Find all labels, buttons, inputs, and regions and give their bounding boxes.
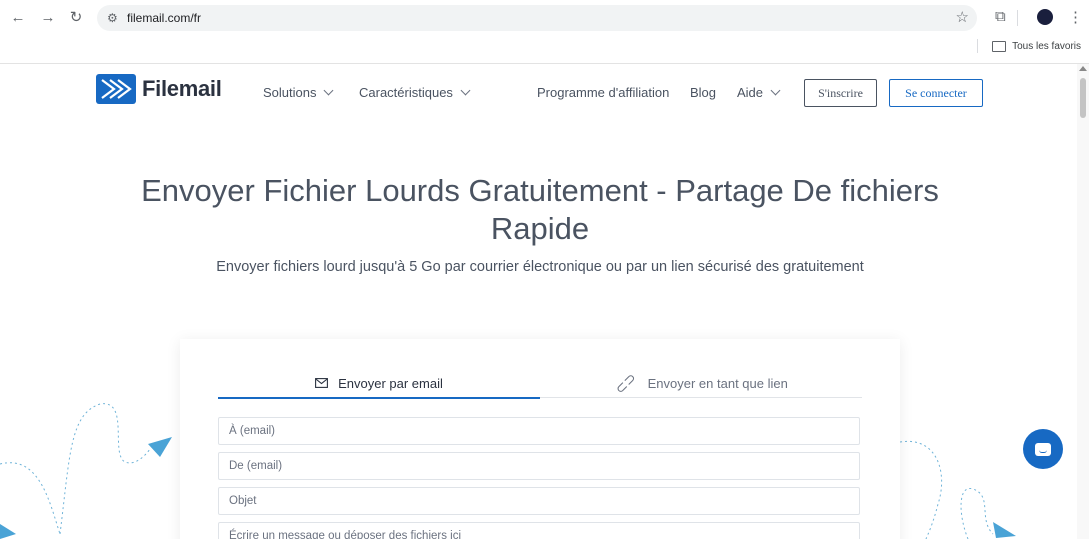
bookmark-star-icon[interactable]: ☆ — [956, 8, 969, 26]
subject-field[interactable]: Objet — [218, 487, 860, 515]
chat-support-button[interactable] — [1023, 429, 1063, 469]
reload-icon[interactable]: ↻ — [66, 8, 86, 28]
tab-send-link[interactable]: ⊂⊃ Envoyer en tant que lien — [540, 369, 862, 398]
chat-bubble-icon — [1035, 442, 1051, 456]
nav-features-label: Caractéristiques — [359, 85, 453, 100]
nav-help-label: Aide — [737, 85, 764, 100]
page-content: Filemail Solutions Caractéristiques Prog… — [0, 64, 1077, 539]
to-email-field[interactable]: À (email) — [218, 417, 860, 445]
more-menu-icon[interactable]: ⋮ — [1068, 8, 1083, 26]
from-email-field[interactable]: De (email) — [218, 452, 860, 480]
page-title: Envoyer Fichier Lourds Gratuitement - Pa… — [141, 173, 939, 246]
nav-blog[interactable]: Blog — [690, 85, 716, 100]
all-bookmarks-link[interactable]: Tous les favoris — [1012, 41, 1081, 52]
bookmarks-separator — [977, 39, 979, 53]
link-icon: ⊂⊃ — [611, 368, 640, 397]
paper-plane-icon — [0, 524, 16, 539]
nav-affiliate[interactable]: Programme d'affiliation — [537, 85, 669, 100]
back-icon[interactable]: ← — [8, 8, 28, 28]
nav-help[interactable]: Aide — [737, 85, 781, 100]
extensions-icon[interactable]: ⧉ — [995, 8, 1006, 25]
nav-features[interactable]: Caractéristiques — [359, 85, 471, 100]
url-text[interactable]: filemail.com/fr — [127, 5, 201, 31]
scroll-up-icon[interactable] — [1079, 66, 1087, 71]
envelope-icon — [315, 378, 329, 388]
tab-send-link-label: Envoyer en tant que lien — [647, 375, 788, 391]
forward-icon[interactable]: → — [38, 8, 58, 28]
page-scrollbar[interactable] — [1077, 64, 1089, 539]
paper-plane-decoration-left — [0, 403, 172, 539]
toolbar-divider — [1017, 10, 1018, 26]
folder-icon — [992, 40, 1007, 52]
logo-text: Filemail — [142, 76, 222, 101]
login-button[interactable]: Se connecter — [889, 79, 983, 107]
page-subtitle: Envoyer fichiers lourd jusqu'à 5 Go par … — [216, 259, 864, 275]
nav-solutions-label: Solutions — [263, 85, 317, 100]
chevron-down-icon — [770, 85, 781, 96]
logo-mark-icon — [96, 74, 136, 104]
message-field[interactable]: Écrire un message ou déposer des fichier… — [218, 522, 860, 539]
tab-send-email[interactable]: Envoyer par email — [218, 369, 540, 399]
paper-plane-decoration-right — [899, 440, 1016, 539]
browser-toolbar: ← → ↻ ⚙ filemail.com/fr ☆ ⧉ ⋮ Tous les f… — [0, 0, 1089, 64]
tab-send-email-label: Envoyer par email — [338, 375, 443, 391]
bookmarks-bar: Tous les favoris — [977, 39, 1081, 53]
scrollbar-thumb[interactable] — [1080, 78, 1086, 118]
paper-plane-icon — [993, 522, 1016, 538]
send-form-card: Envoyer par email ⊂⊃ Envoyer en tant que… — [180, 339, 900, 539]
profile-avatar[interactable] — [1037, 9, 1053, 25]
paper-plane-icon — [148, 437, 172, 457]
chevron-down-icon — [324, 85, 334, 96]
filemail-logo[interactable]: Filemail — [96, 74, 222, 104]
chevron-down-icon — [460, 85, 471, 96]
nav-solutions[interactable]: Solutions — [263, 85, 334, 100]
address-bar[interactable]: ⚙ filemail.com/fr ☆ — [97, 5, 977, 31]
site-info-icon[interactable]: ⚙ — [107, 10, 123, 26]
signup-button[interactable]: S'inscrire — [804, 79, 877, 107]
